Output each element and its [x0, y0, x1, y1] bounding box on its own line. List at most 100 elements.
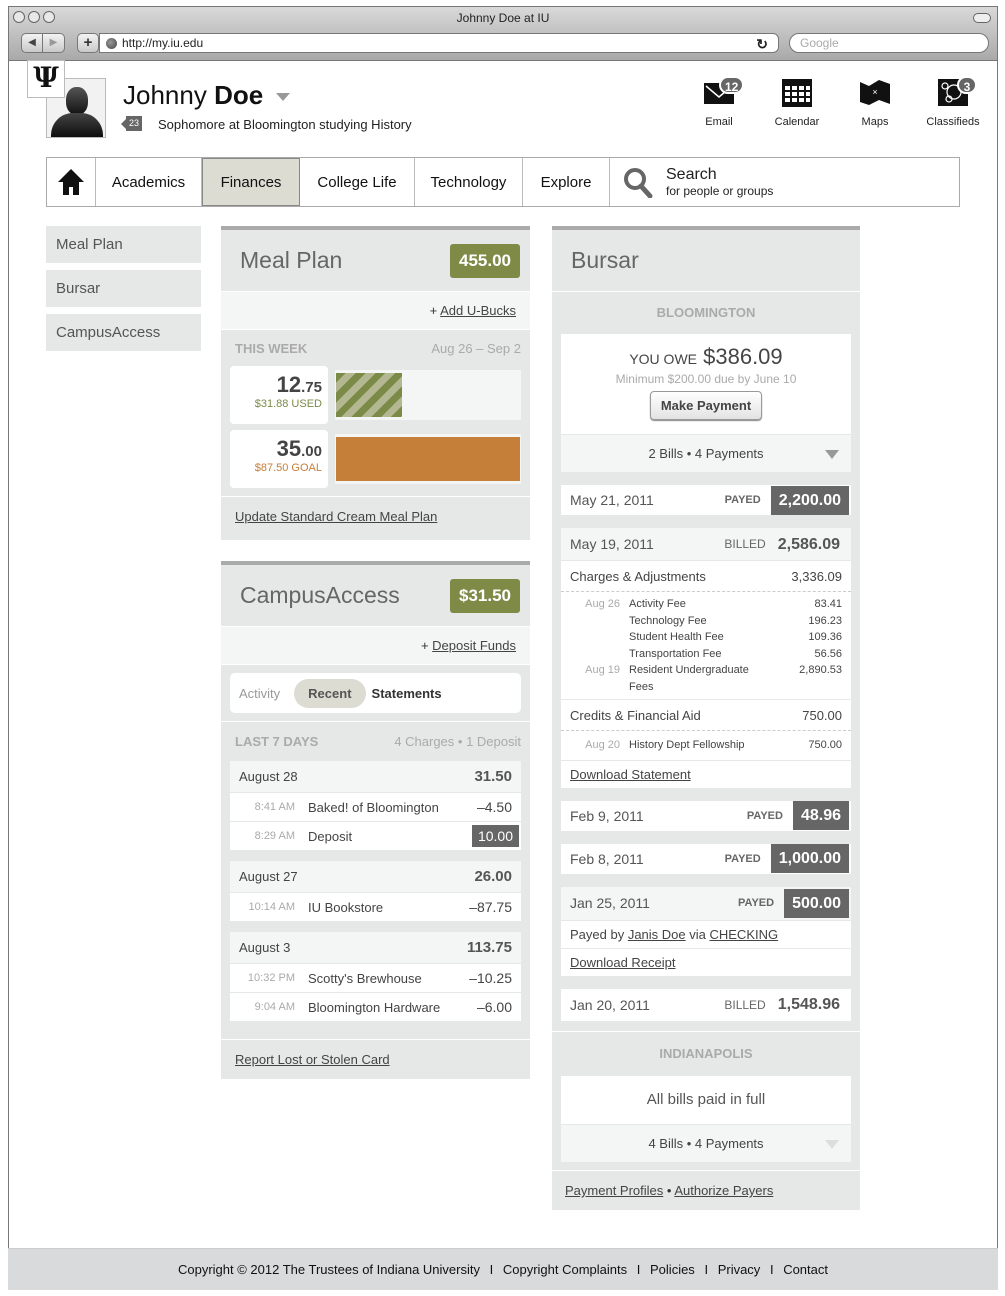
forward-button[interactable]: ▶	[43, 33, 65, 53]
indianapolis-bills-toggle[interactable]: 4 Bills • 4 Payments	[561, 1123, 851, 1162]
sidebar-item-meal-plan[interactable]: Meal Plan	[46, 226, 201, 263]
txn-time: 8:29 AM	[254, 830, 295, 842]
bloomington-label: BLOOMINGTON	[656, 305, 756, 320]
meal-used-count: 12.75 $31.88 USED	[230, 366, 328, 424]
txn-row[interactable]: 10:14 AM IU Bookstore –87.75	[230, 893, 521, 922]
credit-date: Aug 20	[585, 739, 620, 751]
add-bookmark-button[interactable]: +	[77, 33, 99, 53]
reload-icon[interactable]: ↻	[756, 35, 768, 53]
plus-sign: +	[420, 638, 433, 653]
sidebar-item-campusaccess[interactable]: CampusAccess	[46, 314, 201, 351]
txn-amount: –4.50	[476, 799, 512, 815]
footer-separator: I	[636, 1262, 641, 1277]
back-button[interactable]: ◀	[21, 33, 43, 53]
meal-goal-count: 35.00 $87.50 GOAL	[230, 430, 328, 488]
amount-owed: You owe $386.09	[561, 344, 851, 370]
bills-summary: 4 Bills • 4 Payments	[648, 1135, 764, 1151]
bill-entry-expanded: Jan 25, 2011 PAYED 500.00 Payed by Janis D…	[561, 886, 851, 976]
meal-plan-balance: 455.00	[450, 243, 520, 278]
nav-home[interactable]	[47, 158, 96, 206]
bill-row[interactable]: Feb 8, 2011 PAYED 1,000.00	[561, 843, 851, 874]
footer-separator: I	[489, 1262, 494, 1277]
payment-method-link[interactable]: CHECKING	[709, 927, 778, 942]
nav-technology[interactable]: Technology	[415, 158, 523, 206]
charge-date	[561, 629, 629, 646]
nav-explore[interactable]: Explore	[523, 158, 610, 206]
people-search[interactable]: Search for people or groups	[610, 158, 959, 206]
campusaccess-header: CampusAccess $31.50	[221, 565, 530, 627]
nav-academics[interactable]: Academics	[96, 158, 202, 206]
update-meal-plan-link[interactable]: Update Standard Cream Meal Plan	[235, 509, 437, 524]
chevron-down-icon	[825, 450, 839, 459]
add-ubucks-link[interactable]: Add U-Bucks	[440, 303, 516, 318]
privacy-link[interactable]: Privacy	[718, 1262, 761, 1277]
app-calendar[interactable]: Calendar	[758, 70, 836, 128]
copyright-complaints-link[interactable]: Copyright Complaints	[503, 1262, 627, 1277]
bills-summary: 2 Bills • 4 Payments	[648, 446, 764, 461]
browser-search-input[interactable]: Google	[789, 33, 989, 53]
txn-day-total: 113.75	[466, 939, 512, 956]
user-name[interactable]: Johnny Doe	[123, 80, 291, 111]
charge-line: Technology Fee 196.23	[561, 613, 842, 630]
search-title: Search	[666, 166, 717, 183]
charge-date: Aug 26	[585, 598, 620, 610]
tab-recent[interactable]: Recent	[294, 678, 366, 708]
period-label: LAST 7 DAYS	[235, 734, 319, 749]
bill-entry: Jan 20, 2011 BILLED 1,548.96	[561, 988, 851, 1021]
authorize-payers-link[interactable]: Authorize Payers	[674, 1183, 773, 1198]
payment-profiles-link[interactable]: Payment Profiles	[565, 1183, 663, 1198]
iu-logo[interactable]: Ψ	[27, 60, 65, 98]
txn-row[interactable]: 8:29 AM Deposit 10.00	[230, 822, 521, 851]
charges-total: 3,336.09	[791, 568, 842, 584]
download-receipt-link[interactable]: Download Receipt	[570, 955, 676, 970]
address-bar[interactable]: http://my.iu.edu ↻	[99, 33, 779, 53]
bursar-header: Bursar	[552, 230, 860, 292]
toolbar-toggle-button[interactable]	[973, 13, 991, 23]
payer-link[interactable]: Janis Doe	[628, 927, 686, 942]
make-payment-button[interactable]: Make Payment	[649, 391, 763, 420]
contact-link[interactable]: Contact	[783, 1262, 828, 1277]
bursar-footer: Payment Profiles • Authorize Payers	[552, 1170, 860, 1210]
bill-row[interactable]: Feb 9, 2011 PAYED 48.96	[561, 800, 851, 831]
app-email[interactable]: 12 Email	[680, 70, 758, 128]
age-badge: 23	[121, 116, 142, 131]
campusaccess-title: CampusAccess	[240, 582, 400, 608]
used-whole: 12	[276, 372, 302, 397]
chevron-down-icon[interactable]	[276, 93, 291, 102]
avatar-head-shape	[66, 87, 88, 115]
txn-time: 8:41 AM	[254, 801, 295, 813]
last-name: Doe	[214, 80, 264, 110]
txn-amount: –10.25	[469, 970, 512, 986]
tab-statements[interactable]: Statements	[366, 679, 456, 708]
bill-row[interactable]: May 21, 2011 PAYED 2,200.00	[561, 485, 851, 515]
download-statement-link[interactable]: Download Statement	[570, 767, 691, 782]
report-lost-card-link[interactable]: Report Lost or Stolen Card	[235, 1052, 390, 1067]
app-maps[interactable]: × Maps	[836, 70, 914, 128]
nav-finances[interactable]: Finances	[202, 158, 300, 206]
credit-name: History Dept Fellowship	[629, 739, 745, 751]
deposit-funds-link[interactable]: Deposit Funds	[432, 638, 516, 653]
txn-row[interactable]: 10:32 PM Scotty's Brewhouse –10.25	[230, 964, 521, 993]
txn-day-total: 26.00	[474, 868, 512, 885]
txn-row[interactable]: 9:04 AM Bloomington Hardware –6.00	[230, 993, 521, 1022]
txn-date-header: August 3 113.75	[230, 932, 521, 964]
nav-college-life[interactable]: College Life	[300, 158, 415, 206]
bloomington-bills-toggle[interactable]: 2 Bills • 4 Payments	[561, 434, 851, 472]
charges-row: Charges & Adjustments 3,336.09	[561, 560, 851, 591]
sidebar-item-bursar[interactable]: Bursar	[46, 270, 201, 307]
bill-row[interactable]: Jan 25, 2011 PAYED 500.00	[561, 886, 851, 920]
charge-line: Student Health Fee 109.36	[561, 629, 842, 646]
txn-row[interactable]: 8:41 AM Baked! of Bloomington –4.50	[230, 793, 521, 822]
charge-name: Technology Fee	[629, 614, 707, 627]
via-text: via	[685, 926, 710, 942]
activity-tabs: Activity Recent Statements	[230, 673, 521, 713]
bill-row[interactable]: May 19, 2011 BILLED 2,586.09	[561, 528, 851, 560]
app-classifieds[interactable]: 3 Classifieds	[914, 70, 992, 128]
bill-entry: Feb 9, 2011 PAYED 48.96	[561, 800, 851, 831]
txn-date: August 3	[239, 940, 291, 955]
home-icon	[58, 169, 84, 195]
policies-link[interactable]: Policies	[650, 1262, 695, 1277]
week-range: Aug 26 – Sep 2	[431, 341, 521, 356]
txn-time: 10:32 PM	[247, 972, 295, 984]
bill-row[interactable]: Jan 20, 2011 BILLED 1,548.96	[561, 988, 851, 1021]
